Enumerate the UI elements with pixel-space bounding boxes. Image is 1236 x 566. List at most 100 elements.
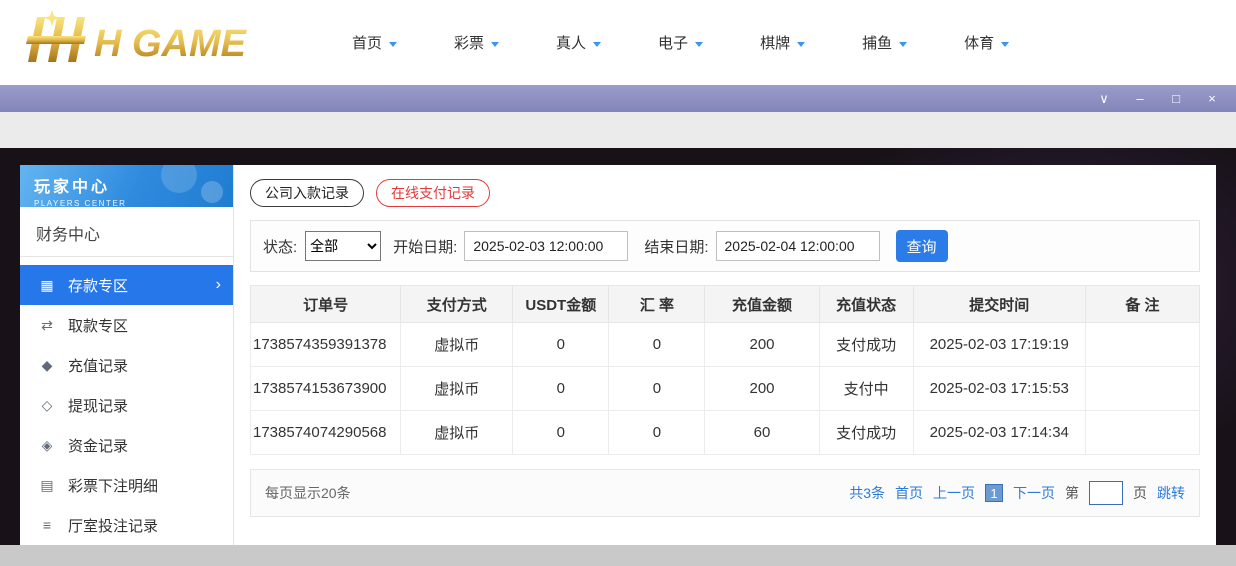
chevron-down-icon	[695, 42, 703, 47]
sidebar-item-label: 厅室投注记录	[68, 515, 158, 536]
window-titlebar: ∨ – □ ×	[0, 85, 1236, 112]
first-page-link[interactable]: 首页	[895, 483, 923, 503]
hgame-logo[interactable]: H GAME	[14, 10, 304, 75]
main-zone: 玩家中心 PLAYERS CENTER 财务中心 ▦ 存款专区 › ⇄ 取款专区	[0, 112, 1236, 566]
table-cell-submit-time: 2025-02-03 17:15:53	[913, 367, 1085, 411]
sidebar-item-deposit-zone[interactable]: ▦ 存款专区 ›	[20, 265, 233, 305]
pager: 共3条 首页 上一页 1 下一页 第 页 跳转	[849, 481, 1185, 505]
chevron-down-icon	[389, 42, 397, 47]
page-number-input[interactable]	[1089, 481, 1123, 505]
document-icon: ▤	[38, 477, 56, 494]
query-button[interactable]: 查询	[896, 230, 948, 262]
finance-center-heading: 财务中心	[20, 207, 233, 257]
sidebar-menu: ▦ 存款专区 › ⇄ 取款专区 ◆ 充值记录 ◇	[20, 257, 233, 545]
hh-mark-icon	[26, 10, 86, 62]
table-cell-payment-method: 虚拟币	[401, 411, 513, 455]
table-cell-recharge-amount: 60	[705, 411, 819, 455]
sidebar-item-label: 资金记录	[68, 435, 128, 456]
filter-bar: 状态: 全部 开始日期: 结束日期: 查询	[250, 220, 1200, 272]
sidebar-item-label: 存款专区	[68, 275, 128, 296]
money-bag-icon: ◈	[38, 437, 56, 454]
column-header-order-number: 订单号	[251, 286, 401, 323]
bank-card-grid-icon: ▦	[38, 277, 56, 294]
total-count: 共3条	[849, 483, 885, 503]
table-cell-remarks	[1085, 323, 1199, 367]
table-cell-remarks	[1085, 367, 1199, 411]
column-header-recharge-amount: 充值金额	[705, 286, 819, 323]
sidebar-item-label: 充值记录	[68, 355, 128, 376]
window-maximize-button[interactable]: □	[1168, 85, 1184, 112]
nav-item-live[interactable]: 真人	[556, 32, 601, 53]
nav-item-home[interactable]: 首页	[352, 32, 397, 53]
sidebar-item-funds-records[interactable]: ◈ 资金记录	[20, 425, 233, 465]
hgame-logo-image: H GAME	[14, 10, 294, 70]
current-page-indicator[interactable]: 1	[985, 484, 1003, 502]
sidebar-item-lottery-bet-details[interactable]: ▤ 彩票下注明细	[20, 465, 233, 505]
sidebar-item-withdraw-zone[interactable]: ⇄ 取款专区	[20, 305, 233, 345]
table-cell-payment-method: 虚拟币	[401, 323, 513, 367]
table-cell-payment-method: 虚拟币	[401, 367, 513, 411]
table-header-row: 订单号 支付方式 USDT金额 汇 率 充值金额 充值状态 提交时间 备 注	[251, 286, 1200, 323]
table-cell-usdt-amount: 0	[513, 367, 609, 411]
end-date-input[interactable]	[716, 231, 880, 261]
sidebar-item-recharge-records[interactable]: ◆ 充值记录	[20, 345, 233, 385]
pagination-bar: 每页显示20条 共3条 首页 上一页 1 下一页 第 页 跳转	[250, 469, 1200, 517]
player-center-panel: 玩家中心 PLAYERS CENTER 财务中心 ▦ 存款专区 › ⇄ 取款专区	[20, 165, 1216, 545]
start-date-input[interactable]	[464, 231, 628, 261]
app-window: H GAME 首页 彩票 真人 电子 棋牌	[0, 0, 1236, 566]
column-header-exchange-rate: 汇 率	[609, 286, 705, 323]
gray-strip-bottom	[0, 545, 1236, 566]
table-cell-recharge-status: 支付成功	[819, 323, 913, 367]
table-row: 1738574359391378 虚拟币 0 0 200 支付成功 2025-0…	[251, 323, 1200, 367]
sidebar-item-hall-bet-records[interactable]: ≡ 厅室投注记录	[20, 505, 233, 545]
record-tabs: 公司入款记录 在线支付记录	[250, 179, 1200, 207]
nav-item-label: 体育	[964, 32, 994, 53]
chevron-down-icon	[797, 42, 805, 47]
end-date-label: 结束日期:	[644, 236, 708, 257]
table-cell-recharge-status: 支付成功	[819, 411, 913, 455]
column-header-recharge-status: 充值状态	[819, 286, 913, 323]
table-cell-order-number: 1738574359391378	[251, 323, 401, 367]
content-panel: 公司入款记录 在线支付记录 状态: 全部 开始日期: 结束日期: 查询	[234, 165, 1216, 545]
sidebar-item-label: 提现记录	[68, 395, 128, 416]
table-cell-usdt-amount: 0	[513, 411, 609, 455]
next-page-link[interactable]: 下一页	[1013, 483, 1055, 503]
nav-item-chess[interactable]: 棋牌	[760, 32, 805, 53]
window-minimize-button[interactable]: –	[1132, 85, 1148, 112]
table-row: 1738574153673900 虚拟币 0 0 200 支付中 2025-02…	[251, 367, 1200, 411]
chevron-down-icon	[491, 42, 499, 47]
column-header-usdt-amount: USDT金额	[513, 286, 609, 323]
page-prefix-label: 第	[1065, 483, 1079, 503]
recharge-icon: ◆	[38, 357, 56, 374]
tab-online-payment-records[interactable]: 在线支付记录	[376, 179, 490, 207]
column-header-payment-method: 支付方式	[401, 286, 513, 323]
gray-strip-top	[0, 112, 1236, 148]
prev-page-link[interactable]: 上一页	[933, 483, 975, 503]
list-icon: ≡	[38, 517, 56, 533]
status-select[interactable]: 全部	[305, 231, 381, 261]
table-cell-exchange-rate: 0	[609, 411, 705, 455]
table-cell-submit-time: 2025-02-03 17:19:19	[913, 323, 1085, 367]
sidebar-item-withdrawal-records[interactable]: ◇ 提现记录	[20, 385, 233, 425]
jump-link[interactable]: 跳转	[1157, 483, 1185, 503]
chevron-down-icon	[899, 42, 907, 47]
sidebar: 玩家中心 PLAYERS CENTER 财务中心 ▦ 存款专区 › ⇄ 取款专区	[20, 165, 234, 545]
tab-company-deposit-records[interactable]: 公司入款记录	[250, 179, 364, 207]
page-background: 玩家中心 PLAYERS CENTER 财务中心 ▦ 存款专区 › ⇄ 取款专区	[0, 148, 1236, 545]
page-suffix-label: 页	[1133, 483, 1147, 503]
column-header-submit-time: 提交时间	[913, 286, 1085, 323]
table-cell-usdt-amount: 0	[513, 323, 609, 367]
window-dropdown-icon[interactable]: ∨	[1096, 85, 1112, 112]
window-close-button[interactable]: ×	[1204, 85, 1220, 112]
table-cell-exchange-rate: 0	[609, 367, 705, 411]
nav-item-electronic[interactable]: 电子	[658, 32, 703, 53]
table-row: 1738574074290568 虚拟币 0 0 60 支付成功 2025-02…	[251, 411, 1200, 455]
nav-item-fishing[interactable]: 捕鱼	[862, 32, 907, 53]
table-cell-recharge-status: 支付中	[819, 367, 913, 411]
nav-item-lottery[interactable]: 彩票	[454, 32, 499, 53]
column-header-remarks: 备 注	[1085, 286, 1199, 323]
sidebar-item-label: 彩票下注明细	[68, 475, 158, 496]
status-label: 状态:	[263, 236, 297, 257]
nav-item-sports[interactable]: 体育	[964, 32, 1009, 53]
nav-item-label: 首页	[352, 32, 382, 53]
